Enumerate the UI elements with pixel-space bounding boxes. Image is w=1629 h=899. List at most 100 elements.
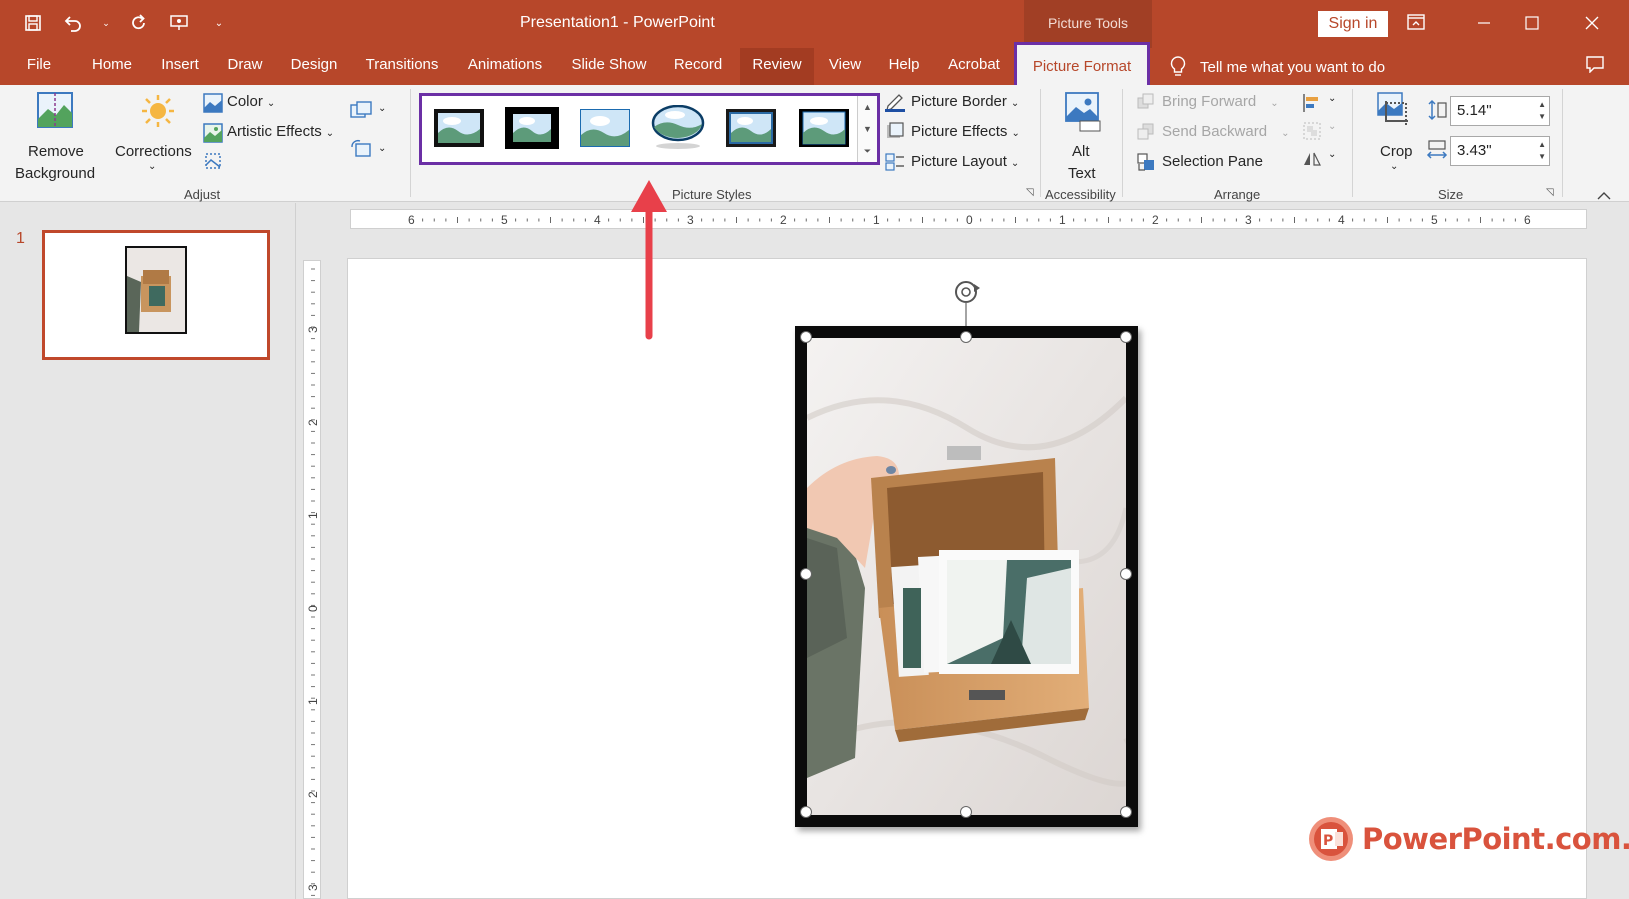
alt-text-button[interactable]: Alt Text (1054, 89, 1110, 185)
resize-handle-top-right[interactable] (1120, 331, 1132, 343)
style-thick-matte-black[interactable] (505, 105, 559, 151)
style-bevel-rectangle[interactable] (797, 105, 851, 151)
style-simple-frame-white[interactable] (578, 105, 632, 151)
gallery-more-icon[interactable]: ⏷ (858, 140, 877, 162)
rotate-handle-icon[interactable] (950, 276, 984, 328)
ribbon-display-icon[interactable] (1402, 10, 1430, 38)
slide-thumbnail-picture (125, 246, 187, 334)
tab-insert[interactable]: Insert (152, 48, 208, 85)
selection-pane-label: Selection Pane (1162, 153, 1263, 170)
selection-pane-button[interactable]: Selection Pane (1136, 151, 1286, 175)
shape-width-input[interactable]: 3.43" ▲ ▼ (1450, 136, 1550, 166)
alt-text-icon (1065, 92, 1101, 132)
gallery-down-icon[interactable]: ▼ (858, 118, 877, 140)
powerpoint-logo-icon: P (1309, 817, 1353, 861)
alt-text-label-2: Text (1068, 165, 1096, 182)
ruler-label: 3 (1245, 213, 1252, 227)
ribbon-tabs: File Home Insert Draw Design Transitions… (0, 42, 1629, 88)
tab-slide-show[interactable]: Slide Show (562, 48, 656, 85)
style-metal-frame[interactable] (724, 105, 778, 151)
comments-icon[interactable] (1584, 55, 1606, 77)
sign-in-button[interactable]: Sign in (1318, 11, 1388, 37)
tab-transitions[interactable]: Transitions (356, 48, 448, 85)
picture-effects-button[interactable]: Picture Effects ⌄ (885, 121, 1025, 145)
change-picture-icon (351, 139, 371, 157)
crop-chevron-icon: ⌄ (1390, 161, 1399, 172)
style-simple-frame-black[interactable] (432, 105, 486, 151)
tab-design[interactable]: Design (282, 48, 346, 85)
save-icon[interactable] (22, 12, 44, 34)
resize-handle-bottom-right[interactable] (1120, 806, 1132, 818)
collapse-ribbon-icon[interactable] (1597, 189, 1611, 204)
ruler-label: 1 (1059, 213, 1066, 227)
resize-handle-bottom[interactable] (960, 806, 972, 818)
change-picture-chevron-icon: ⌄ (378, 143, 387, 154)
resize-handle-top-left[interactable] (800, 331, 812, 343)
remove-background-button[interactable]: Remove Background (8, 89, 104, 185)
ruler-label: 0 (306, 605, 320, 612)
undo-dropdown-icon[interactable]: ⌄ (102, 12, 110, 34)
shape-height-input[interactable]: 5.14" ▲ ▼ (1450, 96, 1550, 126)
resize-handle-top[interactable] (960, 331, 972, 343)
photo-illustration (807, 338, 1126, 815)
ruler-label: 2 (306, 791, 320, 798)
ruler-label: 1 (873, 213, 880, 227)
redo-icon[interactable] (128, 12, 150, 34)
corrections-button[interactable]: Corrections ⌄ (112, 89, 202, 185)
picture-layout-button[interactable]: Picture Layout ⌄ (885, 151, 1025, 175)
slide-number: 1 (16, 230, 25, 247)
tab-home[interactable]: Home (84, 48, 140, 85)
tab-record[interactable]: Record (666, 48, 730, 85)
width-spinner-icon[interactable]: ▲ ▼ (1538, 139, 1546, 163)
tab-acrobat[interactable]: Acrobat (942, 48, 1006, 85)
tab-animations[interactable]: Animations (458, 48, 552, 85)
tab-view[interactable]: View (820, 48, 870, 85)
minimize-icon[interactable] (1470, 10, 1498, 38)
color-button[interactable]: Color ⌄ (203, 91, 293, 115)
title-bar: ⌄ ⌄ Presentation1 - PowerPoint Picture T… (0, 0, 1629, 48)
ruler-label: 5 (1431, 213, 1438, 227)
gallery-up-icon[interactable]: ▲ (858, 96, 877, 118)
size-launcher-icon[interactable]: ◹ (1546, 187, 1554, 198)
undo-icon[interactable] (62, 12, 84, 34)
style-oval-reflected[interactable] (651, 105, 705, 151)
gallery-scrollbar[interactable]: ▲ ▼ ⏷ (857, 96, 877, 162)
horizontal-ruler: 6 5 4 3 2 1 0 1 2 3 4 5 6 (350, 209, 1587, 229)
customize-icon[interactable]: ⌄ (208, 12, 230, 34)
align-button[interactable]: ⌄ (1302, 93, 1338, 113)
present-icon[interactable] (168, 12, 190, 34)
transparency-button[interactable] (203, 151, 227, 175)
format-picture-launcher-icon[interactable]: ◹ (1026, 187, 1034, 198)
ruler-label: 2 (780, 213, 787, 227)
rotate-chevron-icon: ⌄ (1328, 149, 1337, 160)
remove-background-label-1: Remove (28, 143, 84, 160)
maximize-icon[interactable] (1518, 10, 1546, 38)
selected-picture[interactable] (795, 326, 1138, 827)
picture-border-button[interactable]: Picture Border ⌄ (885, 91, 1025, 115)
height-spinner-icon[interactable]: ▲ ▼ (1538, 99, 1546, 123)
resize-handle-right[interactable] (1120, 568, 1132, 580)
tab-file[interactable]: File (20, 48, 58, 85)
artistic-effects-button[interactable]: Artistic Effects ⌄ (203, 121, 353, 145)
tab-draw[interactable]: Draw (218, 48, 272, 85)
slide-thumbnail[interactable] (42, 230, 270, 360)
tab-help[interactable]: Help (880, 48, 928, 85)
tell-me-search[interactable]: Tell me what you want to do (1170, 56, 1385, 78)
send-backward-label: Send Backward ⌄ (1162, 123, 1290, 140)
resize-handle-bottom-left[interactable] (800, 806, 812, 818)
compress-pictures-button[interactable]: ⌄ (350, 101, 390, 125)
tab-picture-format[interactable]: Picture Format (1014, 42, 1150, 88)
ruler-label: 3 (306, 884, 320, 891)
change-picture-button[interactable]: ⌄ (350, 139, 390, 163)
bring-forward-icon (1137, 93, 1154, 109)
close-icon[interactable] (1578, 10, 1606, 38)
remove-background-label-2: Background (15, 165, 96, 182)
crop-button[interactable]: Crop ⌄ (1368, 89, 1424, 185)
picture-effects-icon (887, 122, 904, 138)
resize-handle-left[interactable] (800, 568, 812, 580)
tab-review[interactable]: Review (740, 48, 814, 85)
rotate-button[interactable]: ⌄ (1302, 149, 1338, 169)
adjust-group-label: Adjust (184, 187, 221, 202)
ruler-label: 4 (1338, 213, 1345, 227)
alt-text-label-1: Alt (1072, 143, 1090, 160)
